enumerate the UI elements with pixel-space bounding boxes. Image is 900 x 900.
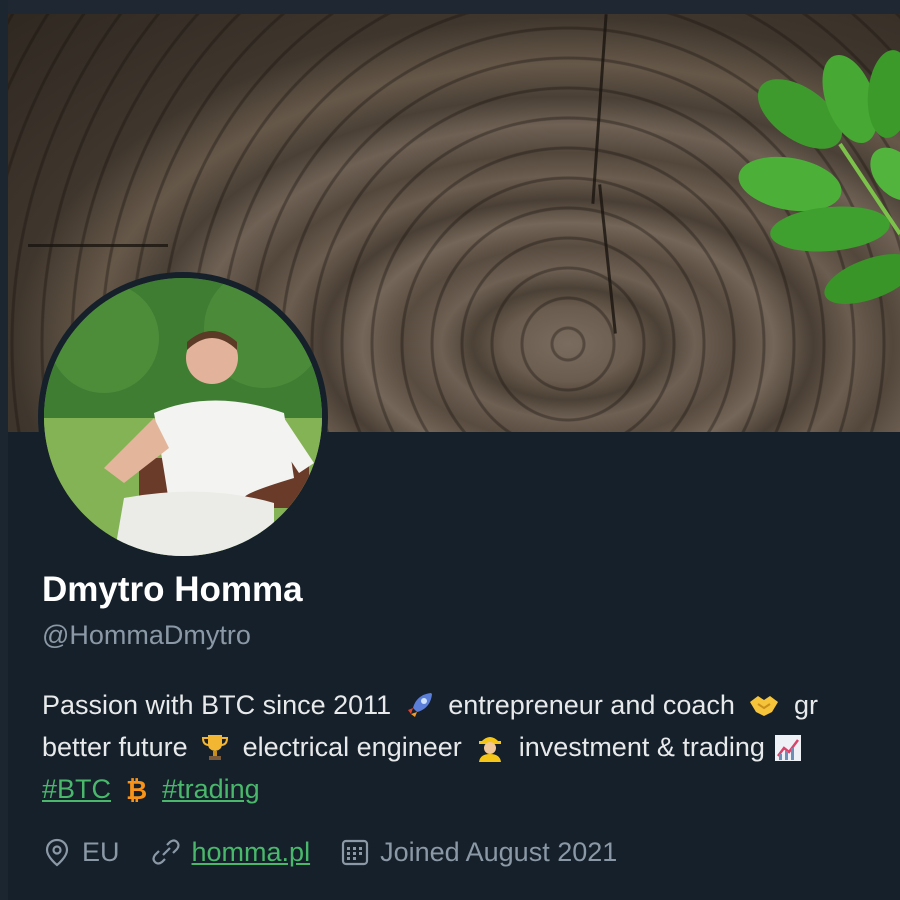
link-icon (151, 839, 180, 865)
avatar-photo (44, 278, 322, 556)
hashtag-trading-link[interactable]: #trading (162, 774, 260, 804)
profile-bio: Passion with BTC since 2011 entrepreneur… (42, 684, 900, 810)
bio-text: electrical engineer (242, 732, 462, 762)
location-pin-icon (45, 838, 69, 867)
bio-line-3: #BTC ₿ #trading (42, 768, 900, 810)
green-leaves-icon (738, 50, 900, 304)
wood-crack (28, 244, 168, 247)
calendar-icon (341, 839, 369, 866)
website-item: homma.pl (150, 837, 311, 868)
profile-avatar[interactable] (38, 272, 328, 562)
chart-icon (774, 732, 802, 774)
bio-line-1: Passion with BTC since 2011 entrepreneur… (42, 684, 900, 726)
bitcoin-icon: ₿ (123, 774, 149, 816)
window-top-strip (0, 0, 900, 14)
construction-worker-icon (475, 730, 505, 774)
profile-meta: EU homma.pl Joined August 2021 (42, 832, 647, 872)
person-photo-icon (44, 278, 322, 556)
bio-text: entrepreneur and coach (448, 690, 735, 720)
window-left-edge (0, 0, 8, 900)
location-text: EU (82, 836, 120, 867)
bio-line-2: better future electrical engineer invest… (42, 726, 900, 768)
bio-text: better future (42, 732, 188, 762)
bio-text: investment & trading (518, 732, 765, 762)
svg-text:₿: ₿ (126, 776, 147, 804)
bio-text: gr (793, 690, 818, 720)
location-item: EU (42, 837, 120, 868)
profile-handle: @HommaDmytro (42, 620, 251, 650)
joined-text: Joined August 2021 (380, 836, 618, 867)
hashtag-btc-link[interactable]: #BTC (42, 774, 111, 804)
profile-name: Dmytro Homma (42, 570, 303, 609)
website-link[interactable]: homma.pl (192, 837, 311, 868)
joined-item: Joined August 2021 (340, 837, 617, 868)
bio-text: Passion with BTC since 2011 (42, 690, 392, 720)
